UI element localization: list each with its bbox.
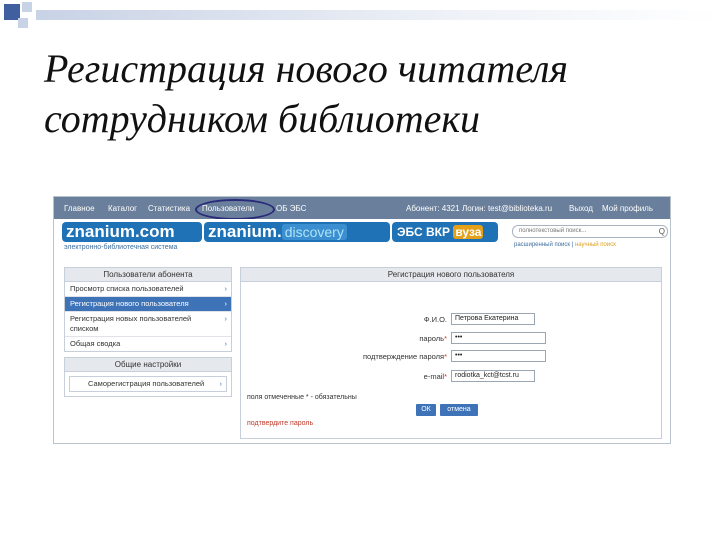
slide-title: Регистрация нового читателя сотрудником …: [44, 44, 704, 144]
search-links: расширенный поиск | научный поиск: [514, 242, 616, 248]
extended-search-link[interactable]: расширенный поиск: [514, 242, 570, 248]
chevron-right-icon: ›: [224, 284, 228, 293]
required-fields-note: поля отмеченные * - обязательны: [247, 394, 357, 401]
settings-sidebar-title: Общие настройки: [65, 358, 231, 372]
settings-sidebar: Общие настройки Саморегистрация пользова…: [64, 357, 232, 397]
decor-square-small: [18, 18, 28, 28]
decor-line: [44, 10, 720, 20]
znanium-discovery-logo[interactable]: znanium. discovery: [204, 222, 390, 242]
slide-title-line1: Регистрация нового читателя: [44, 46, 569, 91]
nav-item-main[interactable]: Главное: [64, 204, 95, 213]
chevron-right-icon: ›: [224, 314, 228, 323]
ok-button[interactable]: ОК: [416, 404, 436, 416]
discovery-label: discovery: [281, 224, 347, 240]
confirm-password-label: подтверждение пароля: [362, 352, 445, 361]
required-mark: *: [444, 372, 447, 381]
fio-label: Ф.И.О.: [423, 315, 447, 324]
required-mark: *: [444, 334, 447, 343]
sidebar-item-self-registration[interactable]: Саморегистрация пользователей ›: [69, 376, 227, 392]
required-mark: *: [444, 352, 447, 361]
confirm-password-field[interactable]: •••: [451, 350, 546, 362]
registration-form-panel: Регистрация нового пользователя Ф.И.О. П…: [240, 267, 662, 439]
users-highlight-ellipse: [195, 199, 275, 220]
znanium-logo[interactable]: znanium.com: [62, 222, 202, 242]
chevron-right-icon: ›: [224, 339, 228, 348]
top-navigation: Главное Каталог Статистика Пользователи …: [54, 197, 670, 220]
nav-item-catalog[interactable]: Каталог: [108, 204, 137, 213]
users-sidebar: Пользователи абонента Просмотр списка по…: [64, 267, 232, 352]
logout-link[interactable]: Выход: [569, 204, 593, 213]
sidebar-item-summary[interactable]: Общая сводка ›: [65, 337, 231, 351]
ebs-vkr-logo[interactable]: ЭБС ВКР вуза: [392, 222, 498, 242]
chevron-right-icon: ›: [224, 299, 228, 308]
decor-square-small: [22, 2, 32, 12]
nav-item-about[interactable]: ОБ ЭБС: [276, 204, 306, 213]
nav-item-statistics[interactable]: Статистика: [148, 204, 190, 213]
link-separator: |: [571, 242, 574, 248]
brand-header: znanium.com znanium. discovery ЭБС ВКР ву…: [54, 219, 670, 255]
brand-subtitle: электронно-библиотечная система: [64, 244, 178, 251]
cancel-button[interactable]: отмена: [440, 404, 478, 416]
search-icon[interactable]: Q: [659, 227, 665, 236]
email-field[interactable]: rodiotka_kct@tcst.ru: [451, 370, 535, 382]
subscriber-number: Абонент: 4321: [406, 204, 460, 213]
form-title: Регистрация нового пользователя: [241, 268, 661, 282]
sidebar-item-register-user[interactable]: Регистрация нового пользователя ›: [65, 297, 231, 312]
confirm-password-error: подтвердите пароль: [247, 420, 314, 427]
search-input[interactable]: полнотекстовый поиск... Q: [512, 225, 668, 238]
profile-link[interactable]: Мой профиль: [602, 204, 653, 213]
email-label: e-mail: [423, 372, 445, 381]
sidebar-item-register-list[interactable]: Регистрация новых пользователей списком ›: [65, 312, 231, 337]
chevron-right-icon: ›: [219, 379, 223, 388]
password-label: пароль: [419, 334, 445, 343]
library-screenshot: Главное Каталог Статистика Пользователи …: [53, 196, 671, 444]
sidebar-item-view-users[interactable]: Просмотр списка пользователей ›: [65, 282, 231, 297]
users-sidebar-title: Пользователи абонента: [65, 268, 231, 282]
vuz-badge: вуза: [453, 225, 484, 239]
slide-title-line2: сотрудником библиотеки: [44, 96, 481, 141]
password-field[interactable]: •••: [451, 332, 546, 344]
scientific-search-link[interactable]: научный поиск: [575, 242, 616, 248]
fio-field[interactable]: Петрова Екатерина: [451, 313, 535, 325]
login-info: Логин: test@biblioteka.ru: [462, 204, 553, 213]
